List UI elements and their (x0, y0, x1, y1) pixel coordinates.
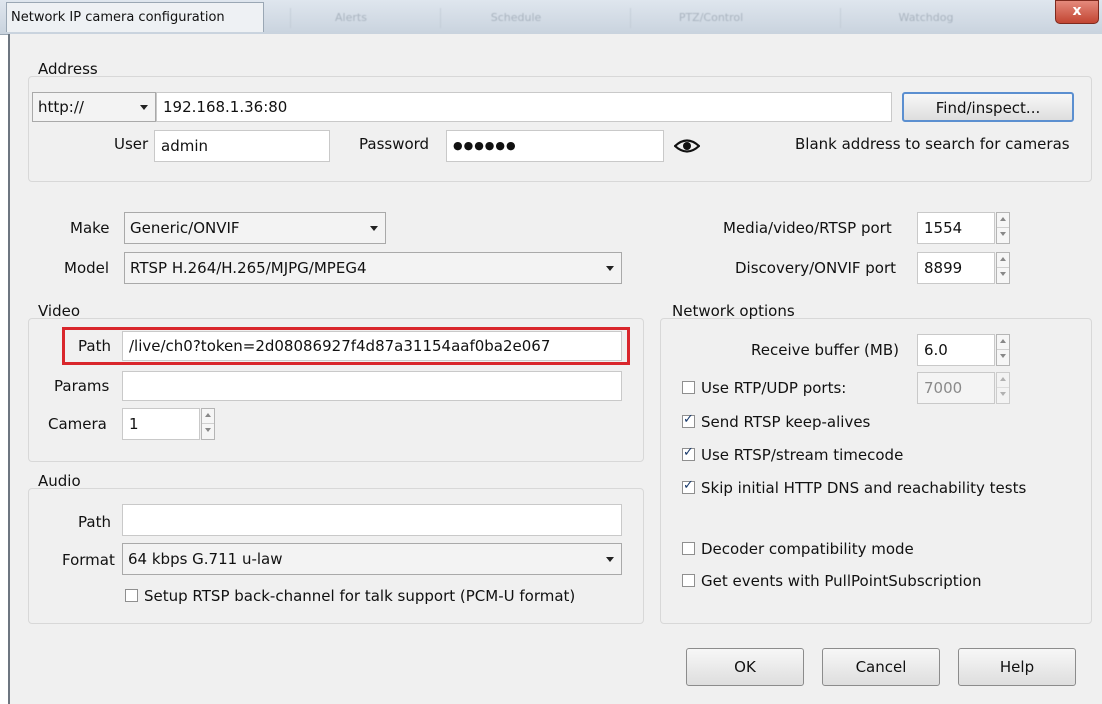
discovery-port-spinner[interactable] (996, 252, 1010, 284)
background-tab-alerts[interactable]: Alerts (290, 8, 411, 28)
address-group-label: Address (38, 60, 98, 78)
address-hint: Blank address to search for cameras (795, 135, 1070, 153)
chevron-down-icon (140, 105, 148, 110)
chevron-down-icon (370, 226, 378, 231)
model-label: Model (64, 259, 110, 277)
audio-path-input[interactable] (122, 504, 622, 536)
params-label: Params (54, 377, 110, 395)
format-select[interactable]: 64 kbps G.711 u-law (122, 543, 622, 575)
window-title: Network IP camera configuration (6, 2, 264, 32)
rtp-udp-checkbox[interactable] (682, 381, 695, 394)
skip-dns-checkbox[interactable] (682, 478, 695, 494)
rtp-udp-port-spinner[interactable] (996, 372, 1010, 404)
camera-spinner[interactable] (201, 408, 215, 440)
receive-buffer-label: Receive buffer (MB) (751, 341, 899, 359)
background-tab-watchdog[interactable]: Watchdog (840, 8, 1011, 28)
user-label: User (114, 135, 149, 153)
keepalive-label: Send RTSP keep-alives (701, 413, 871, 431)
make-select[interactable]: Generic/ONVIF (124, 212, 386, 244)
background-tab-ptz[interactable]: PTZ/Control (630, 8, 791, 28)
model-select[interactable]: RTSP H.264/H.265/MJPG/MPEG4 (124, 252, 622, 284)
make-value: Generic/ONVIF (130, 219, 240, 237)
audio-group-label: Audio (38, 472, 81, 490)
camera-label: Camera (48, 415, 107, 433)
protocol-select[interactable]: http:// (32, 92, 156, 122)
chevron-down-icon (606, 266, 614, 271)
close-icon: x (1072, 3, 1082, 19)
format-value: 64 kbps G.711 u-law (128, 550, 283, 568)
user-input[interactable]: admin (154, 130, 330, 162)
video-group-label: Video (38, 302, 81, 320)
decoder-compat-label: Decoder compatibility mode (701, 540, 914, 558)
protocol-value: http:// (38, 98, 84, 116)
model-value: RTSP H.264/H.265/MJPG/MPEG4 (130, 259, 367, 277)
chevron-down-icon (606, 557, 614, 562)
discovery-port-label: Discovery/ONVIF port (735, 259, 897, 277)
dialog-body: Address http:// 192.168.1.36:80 Find/ins… (8, 34, 1102, 704)
close-button[interactable]: x (1055, 0, 1099, 24)
pullpoint-checkbox[interactable] (682, 574, 695, 587)
backchannel-checkbox[interactable] (125, 589, 138, 602)
timecode-checkbox[interactable] (682, 445, 695, 461)
network-options-label: Network options (672, 302, 795, 320)
make-label: Make (70, 219, 110, 237)
receive-buffer-spinner[interactable] (996, 334, 1010, 366)
backchannel-label: Setup RTSP back-channel for talk support… (144, 587, 576, 605)
media-port-input[interactable]: 1554 (917, 212, 995, 244)
timecode-label: Use RTSP/stream timecode (701, 446, 904, 464)
video-path-label: Path (78, 337, 111, 355)
ok-button[interactable]: OK (686, 648, 804, 686)
format-label: Format (62, 551, 115, 569)
receive-buffer-input[interactable]: 6.0 (917, 334, 995, 366)
cancel-button[interactable]: Cancel (822, 648, 940, 686)
audio-path-label: Path (78, 513, 111, 531)
title-bar: Network IP camera configuration Alerts S… (0, 0, 1102, 35)
video-path-input[interactable]: /live/ch0?token=2d08086927f4d87a31154aaf… (122, 331, 622, 361)
pullpoint-label: Get events with PullPointSubscription (701, 572, 982, 590)
rtp-udp-label: Use RTP/UDP ports: (701, 379, 847, 397)
media-port-label: Media/video/RTSP port (723, 219, 892, 237)
media-port-spinner[interactable] (996, 212, 1010, 244)
skip-dns-label: Skip initial HTTP DNS and reachability t… (701, 479, 1027, 497)
password-input[interactable]: ●●●●●● (446, 130, 664, 162)
background-tab-schedule[interactable]: Schedule (440, 8, 591, 28)
address-input[interactable]: 192.168.1.36:80 (156, 92, 892, 122)
camera-input[interactable]: 1 (122, 408, 200, 440)
password-label: Password (359, 135, 430, 153)
keepalive-checkbox[interactable] (682, 412, 695, 428)
discovery-port-input[interactable]: 8899 (917, 252, 995, 284)
find-inspect-button[interactable]: Find/inspect... (902, 92, 1074, 122)
decoder-compat-checkbox[interactable] (682, 542, 695, 555)
rtp-udp-port-input[interactable]: 7000 (917, 372, 995, 404)
eye-icon[interactable] (673, 138, 701, 154)
params-input[interactable] (122, 371, 622, 401)
help-button[interactable]: Help (958, 648, 1076, 686)
